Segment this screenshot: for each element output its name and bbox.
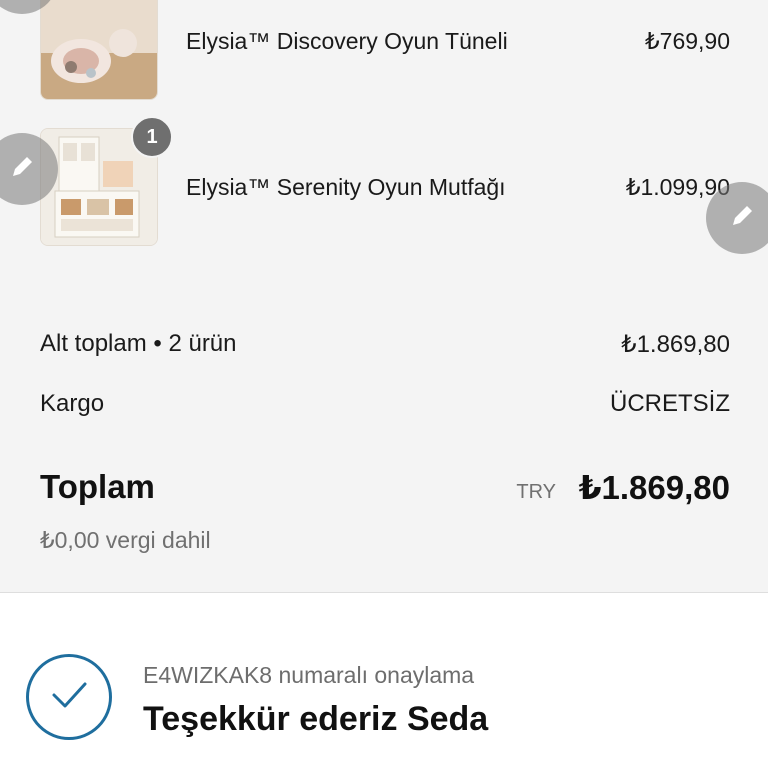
confirmation-badge	[26, 654, 112, 740]
total-label: Toplam	[40, 468, 155, 505]
subtotal-value: ₺1.869,80	[621, 331, 730, 358]
product-thumbnail	[40, 0, 158, 100]
thank-you-heading: Teşekkür ederiz Seda	[143, 700, 489, 738]
tax-note: ₺0,00 vergi dahil	[40, 527, 211, 553]
product-price: ₺769,90	[645, 28, 730, 54]
checkmark-icon	[49, 679, 89, 716]
shipping-label: Kargo	[40, 390, 105, 417]
confirmation-number: E4WIZKAK8 numaralı onaylama	[143, 662, 475, 688]
edit-button[interactable]	[706, 182, 768, 254]
pencil-icon	[727, 201, 757, 236]
product-name: Elysia™ Discovery Oyun Tüneli	[186, 28, 508, 54]
order-summary-panel: Elysia™ Discovery Oyun Tüneli ₺769,90 1 …	[0, 0, 768, 593]
subtotal-label: Alt toplam • 2 ürün	[40, 330, 237, 357]
product-row[interactable]: Elysia™ Discovery Oyun Tüneli ₺769,90	[0, 0, 768, 102]
total-value: ₺1.869,80	[578, 469, 730, 506]
pencil-icon	[7, 152, 37, 187]
shipping-value: ÜCRETSİZ	[610, 390, 730, 417]
product-row[interactable]: 1 Elysia™ Serenity Oyun Mutfağı ₺1.099,9…	[0, 116, 768, 254]
currency-code: TRY	[516, 481, 556, 503]
quantity-badge: 1	[131, 116, 173, 158]
product-name: Elysia™ Serenity Oyun Mutfağı	[186, 174, 506, 200]
